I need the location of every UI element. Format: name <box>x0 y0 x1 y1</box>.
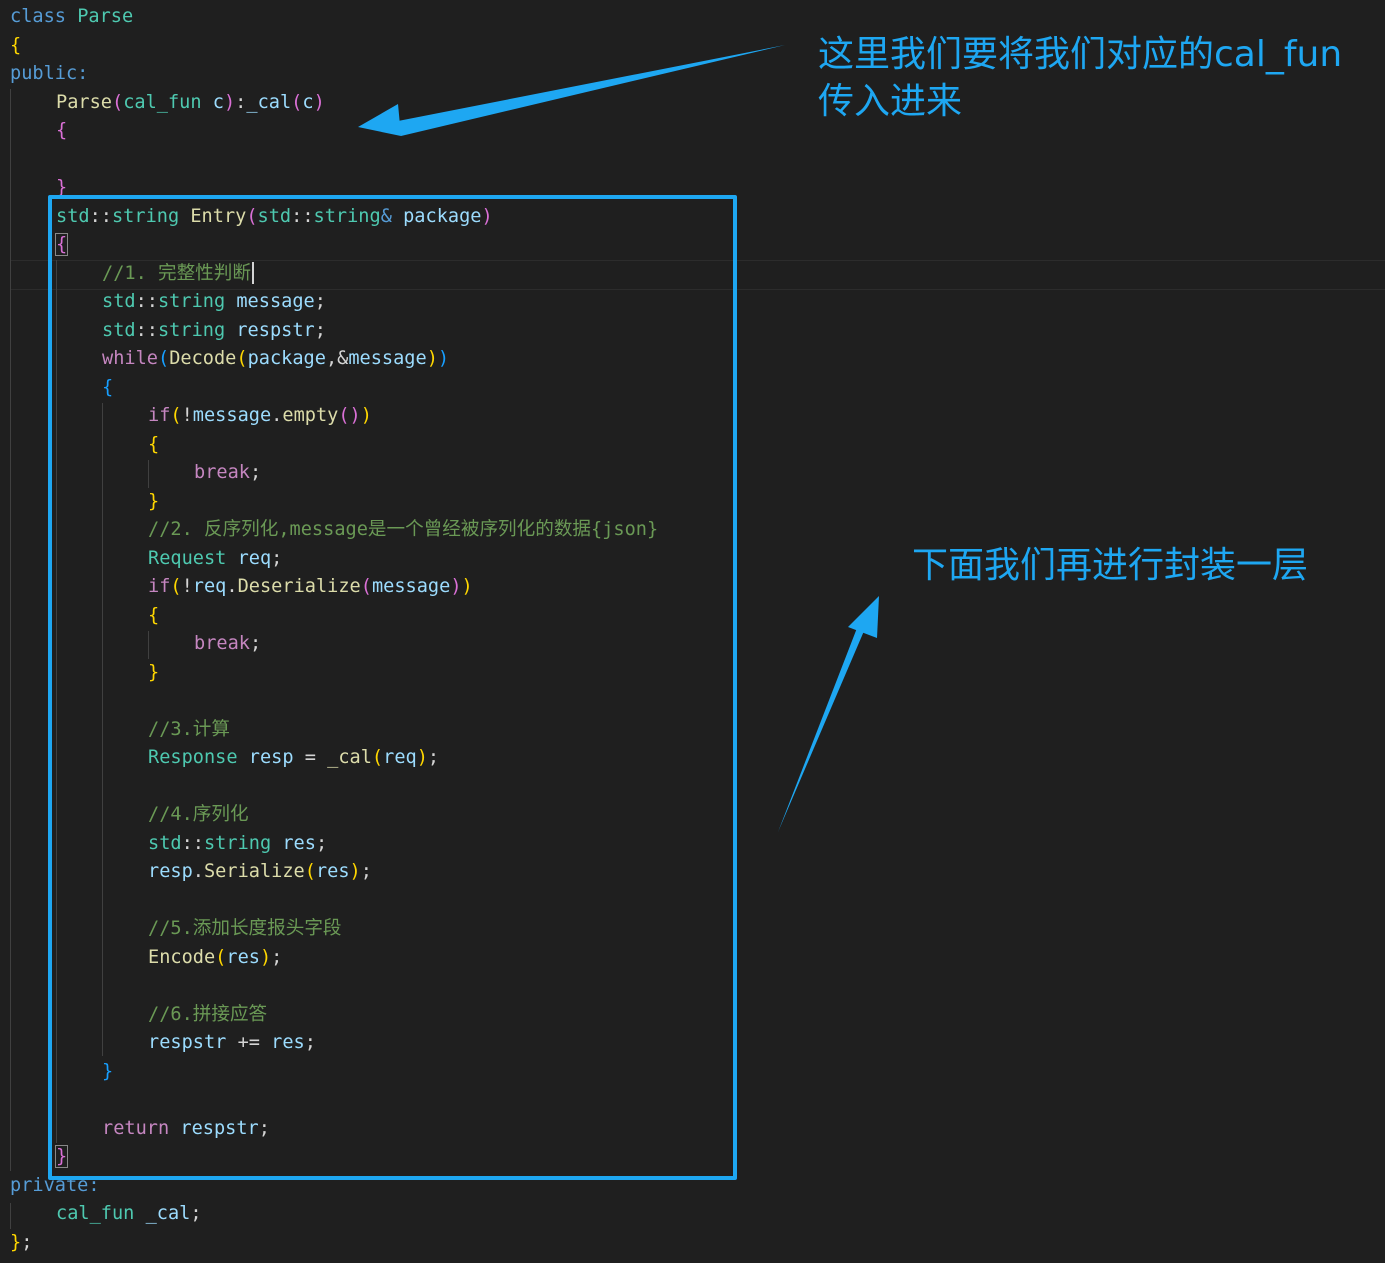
annotation-right-note: 下面我们再进行封装一层 <box>912 545 1309 586</box>
arrow-to-box <box>778 596 879 832</box>
annotation-top-note: 这里我们要将我们对应的cal_fun 传入进来 <box>818 34 1343 122</box>
arrow-to-constructor <box>358 45 785 136</box>
annotation-arrows <box>358 45 879 832</box>
